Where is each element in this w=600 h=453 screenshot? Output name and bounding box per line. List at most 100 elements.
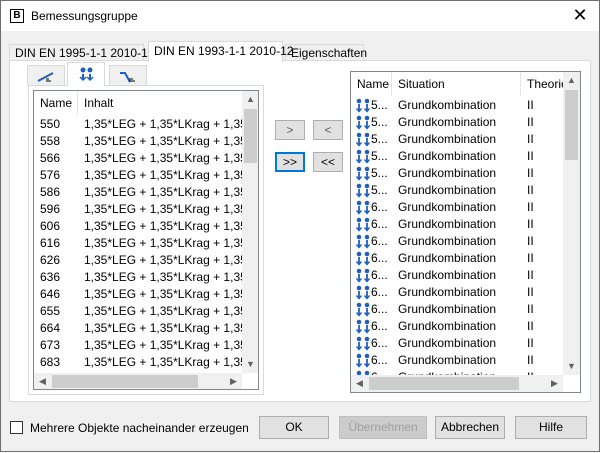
list-item-name: 550 bbox=[40, 117, 61, 131]
list-item[interactable]: 6... Grundkombination II bbox=[351, 250, 563, 267]
list-item-situation: Grundkombination bbox=[398, 336, 497, 350]
add-selected-button[interactable]: > bbox=[275, 120, 305, 140]
scroll-up-arrow[interactable]: ▲ bbox=[563, 72, 580, 89]
remove-selected-button[interactable]: < bbox=[313, 120, 343, 140]
multiple-objects-label[interactable]: Mehrere Objekte nacheinander erzeugen bbox=[30, 421, 249, 435]
subtab-cantilever-load[interactable] bbox=[109, 65, 147, 85]
list-item[interactable]: 566 1,35*LEG + 1,35*LKrag + 1,35*... bbox=[34, 150, 242, 167]
list-item[interactable]: 655 1,35*LEG + 1,35*LKrag + 1,35*... bbox=[34, 303, 242, 320]
list-item-content: 1,35*LEG + 1,35*LKrag + 1,35*... bbox=[84, 321, 242, 335]
list-item-situation: Grundkombination bbox=[398, 217, 497, 231]
list-item[interactable]: 6... Grundkombination II bbox=[351, 335, 563, 352]
scroll-right-arrow[interactable]: ▶ bbox=[225, 373, 242, 389]
list-item[interactable]: 550 1,35*LEG + 1,35*LKrag + 1,35*... bbox=[34, 116, 242, 133]
cantilever-load-icon bbox=[120, 72, 135, 83]
list-item[interactable]: 6... Grundkombination II bbox=[351, 301, 563, 318]
list-item-content: 1,35*LEG + 1,35*LKrag + 1,35*... bbox=[84, 219, 242, 233]
apply-button[interactable]: Übernehmen bbox=[339, 416, 427, 439]
selected-list[interactable]: Name Situation Theorie 5... Grundkombinat… bbox=[350, 71, 581, 393]
column-header-theorie[interactable]: Theorie bbox=[521, 72, 568, 96]
horizontal-scrollbar[interactable]: ◀ ▶ bbox=[351, 375, 563, 392]
list-item[interactable]: 6... Grundkombination II bbox=[351, 216, 563, 233]
list-item-situation: Grundkombination bbox=[398, 98, 497, 112]
list-item[interactable]: 6... Grundkombination II bbox=[351, 352, 563, 369]
list-item-name: 646 bbox=[40, 287, 61, 301]
column-header-situation[interactable]: Situation bbox=[392, 72, 521, 96]
list-item[interactable]: 5... Grundkombination II bbox=[351, 165, 563, 182]
scroll-left-arrow[interactable]: ◀ bbox=[351, 375, 368, 392]
horizontal-scrollbar[interactable]: ◀ ▶ bbox=[34, 373, 242, 389]
list-item-theory: II bbox=[527, 166, 534, 180]
multiple-objects-checkbox[interactable] bbox=[10, 421, 23, 434]
list-item-name: 673 bbox=[40, 338, 61, 352]
cancel-button[interactable]: Abbrechen bbox=[435, 416, 505, 439]
add-all-button[interactable]: >> bbox=[275, 152, 305, 172]
list-item[interactable]: 616 1,35*LEG + 1,35*LKrag + 1,35*... bbox=[34, 235, 242, 252]
list-item[interactable]: 6... Grundkombination II bbox=[351, 267, 563, 284]
help-button[interactable]: Hilfe bbox=[515, 416, 587, 439]
ok-button[interactable]: OK bbox=[259, 416, 329, 439]
list-item[interactable]: 683 1,35*LEG + 1,35*LKrag + 1,35*... bbox=[34, 354, 242, 371]
scroll-thumb[interactable] bbox=[565, 90, 578, 160]
scroll-down-arrow[interactable]: ▼ bbox=[242, 356, 258, 373]
list-item[interactable]: 673 1,35*LEG + 1,35*LKrag + 1,35*... bbox=[34, 337, 242, 354]
list-item-theory: II bbox=[527, 268, 534, 282]
remove-all-button[interactable]: << bbox=[313, 152, 343, 172]
list-item[interactable]: 586 1,35*LEG + 1,35*LKrag + 1,35*... bbox=[34, 184, 242, 201]
list-item[interactable]: 664 1,35*LEG + 1,35*LKrag + 1,35*... bbox=[34, 320, 242, 337]
list-item-situation: Grundkombination bbox=[398, 353, 497, 367]
subtab-load-combination[interactable] bbox=[67, 62, 105, 86]
list-item-content: 1,35*LEG + 1,35*LKrag + 1,35*... bbox=[84, 168, 242, 182]
column-header-name[interactable]: Name bbox=[34, 91, 78, 115]
list-item[interactable]: 606 1,35*LEG + 1,35*LKrag + 1,35*... bbox=[34, 218, 242, 235]
list-item[interactable]: 626 1,35*LEG + 1,35*LKrag + 1,35*... bbox=[34, 252, 242, 269]
list-item-theory: II bbox=[527, 251, 534, 265]
list-item[interactable]: 6... Grundkombination II bbox=[351, 233, 563, 250]
close-button[interactable]: ✕ bbox=[569, 5, 591, 27]
scroll-down-arrow[interactable]: ▼ bbox=[563, 358, 580, 375]
scroll-thumb[interactable] bbox=[244, 109, 257, 163]
scroll-right-arrow[interactable]: ▶ bbox=[546, 375, 563, 392]
vertical-scrollbar[interactable]: ▲ ▼ bbox=[563, 72, 580, 375]
list-item[interactable]: 646 1,35*LEG + 1,35*LKrag + 1,35*... bbox=[34, 286, 242, 303]
list-item-name: 606 bbox=[40, 219, 61, 233]
list-item-theory: II bbox=[527, 353, 534, 367]
tab-din-en-1995[interactable]: DIN EN 1995-1-1 2010-12 bbox=[9, 44, 154, 61]
list-item-situation: Grundkombination bbox=[398, 132, 497, 146]
scroll-up-arrow[interactable]: ▲ bbox=[242, 91, 258, 108]
list-item[interactable]: 6... Grundkombination II bbox=[351, 199, 563, 216]
load-combination-icon bbox=[79, 67, 94, 82]
list-item[interactable]: 5... Grundkombination II bbox=[351, 148, 563, 165]
subtab-line-load[interactable] bbox=[27, 65, 65, 85]
list-item-name: 626 bbox=[40, 253, 61, 267]
list-item[interactable]: 6... Grundkombination II bbox=[351, 318, 563, 335]
list-item[interactable]: 5... Grundkombination II bbox=[351, 97, 563, 114]
list-item[interactable]: 596 1,35*LEG + 1,35*LKrag + 1,35*... bbox=[34, 201, 242, 218]
list-item[interactable]: 558 1,35*LEG + 1,35*LKrag + 1,35*... bbox=[34, 133, 242, 150]
list-item[interactable]: 5... Grundkombination II bbox=[351, 114, 563, 131]
list-item-content: 1,35*LEG + 1,35*LKrag + 1,35*... bbox=[84, 185, 242, 199]
list-item[interactable]: 5... Grundkombination II bbox=[351, 131, 563, 148]
tab-din-en-1993[interactable]: DIN EN 1993-1-1 2010-12 bbox=[148, 41, 293, 62]
list-item[interactable]: 5... Grundkombination II bbox=[351, 182, 563, 199]
scroll-thumb[interactable] bbox=[369, 377, 519, 390]
list-item-content: 1,35*LEG + 1,35*LKrag + 1,35*... bbox=[84, 202, 242, 216]
list-item-content: 1,35*LEG + 1,35*LKrag + 1,35*... bbox=[84, 338, 242, 352]
list-item[interactable]: 636 1,35*LEG + 1,35*LKrag + 1,35*... bbox=[34, 269, 242, 286]
scroll-thumb[interactable] bbox=[52, 375, 198, 388]
list-item-situation: Grundkombination bbox=[398, 319, 497, 333]
list-item-situation: Grundkombination bbox=[398, 234, 497, 248]
list-item-name: 5... bbox=[371, 98, 388, 112]
list-item-content: 1,35*LEG + 1,35*LKrag + 1,35*... bbox=[84, 236, 242, 250]
combination-list[interactable]: Name Inhalt 550 1,35*LEG + 1,35*LKrag + 1… bbox=[33, 90, 259, 390]
list-item[interactable]: 576 1,35*LEG + 1,35*LKrag + 1,35*... bbox=[34, 167, 242, 184]
list-item-name: 586 bbox=[40, 185, 61, 199]
tab-eigenschaften[interactable]: Eigenschaften bbox=[285, 44, 367, 61]
vertical-scrollbar[interactable]: ▲ ▼ bbox=[242, 91, 258, 373]
list-item[interactable]: 6... Grundkombination II bbox=[351, 284, 563, 301]
column-header-name[interactable]: Name bbox=[351, 72, 392, 96]
list-item-name: 6... bbox=[371, 268, 388, 282]
column-header-inhalt[interactable]: Inhalt bbox=[78, 91, 242, 115]
list-item-theory: II bbox=[527, 98, 534, 112]
scroll-left-arrow[interactable]: ◀ bbox=[34, 373, 51, 389]
